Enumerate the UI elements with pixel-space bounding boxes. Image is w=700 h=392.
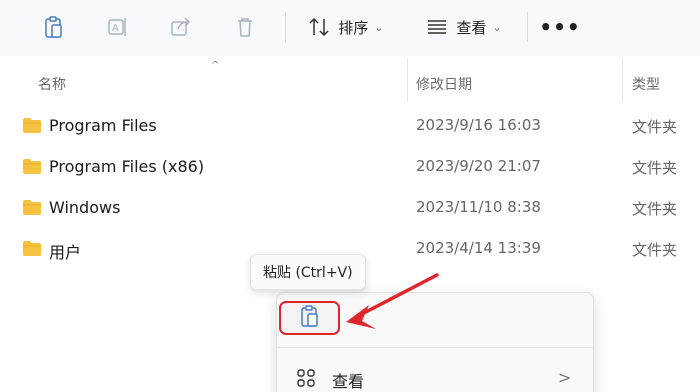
file-type: 文件夹 bbox=[632, 241, 678, 259]
file-date: 2023/9/20 21:07 bbox=[416, 157, 541, 175]
column-divider[interactable] bbox=[622, 58, 623, 102]
file-date: 2023/9/16 16:03 bbox=[416, 116, 541, 134]
file-name: Program Files (x86) bbox=[49, 157, 205, 176]
file-type: 文件夹 bbox=[632, 118, 678, 136]
clipboard-icon bbox=[299, 304, 321, 332]
column-header-date[interactable]: 修改日期 bbox=[416, 74, 472, 94]
folder-icon bbox=[22, 158, 42, 179]
menu-item-label: 查看 bbox=[332, 372, 365, 391]
paste-tooltip: 粘贴 (Ctrl+V) bbox=[250, 254, 366, 290]
file-name: 用户 bbox=[49, 243, 82, 262]
sort-label: 排序 bbox=[338, 18, 369, 37]
paste-toolbar-button[interactable] bbox=[36, 10, 72, 44]
file-date: 2023/11/10 8:38 bbox=[416, 198, 541, 216]
toolbar-divider bbox=[527, 12, 528, 42]
sort-icon bbox=[308, 17, 330, 37]
view-label: 查看 bbox=[456, 18, 487, 37]
delete-toolbar-button[interactable] bbox=[227, 10, 263, 44]
chevron-right-icon: > bbox=[558, 368, 572, 387]
file-type: 文件夹 bbox=[632, 200, 678, 218]
toolbar-divider bbox=[285, 12, 286, 42]
menu-divider bbox=[276, 347, 594, 348]
command-bar: A 排序 ⌄ 查看 ⌄ ••• bbox=[0, 0, 700, 56]
folder-icon bbox=[22, 199, 42, 220]
file-row[interactable]: Program Files 2023/9/16 16:03 文件夹 bbox=[0, 106, 700, 146]
chevron-down-icon: ⌄ bbox=[492, 20, 502, 34]
file-name: Program Files bbox=[49, 116, 157, 135]
more-icon: ••• bbox=[539, 15, 581, 39]
view-lines-icon bbox=[426, 19, 448, 35]
more-options-button[interactable]: ••• bbox=[539, 10, 581, 44]
file-row[interactable]: Windows 2023/11/10 8:38 文件夹 bbox=[0, 188, 700, 228]
share-toolbar-button[interactable] bbox=[163, 10, 199, 44]
trash-icon bbox=[235, 16, 255, 38]
clipboard-icon bbox=[44, 15, 64, 39]
grid-icon bbox=[296, 368, 316, 392]
chevron-down-icon: ⌄ bbox=[374, 20, 384, 34]
column-divider[interactable] bbox=[407, 58, 408, 102]
sort-button[interactable]: 排序 ⌄ bbox=[300, 10, 392, 44]
column-header-type[interactable]: 类型 bbox=[632, 74, 660, 94]
file-name: Windows bbox=[49, 198, 121, 217]
view-button[interactable]: 查看 ⌄ bbox=[418, 10, 510, 44]
svg-text:A: A bbox=[112, 23, 119, 34]
rename-icon: A bbox=[107, 16, 129, 38]
file-type: 文件夹 bbox=[632, 159, 678, 177]
file-date: 2023/4/14 13:39 bbox=[416, 239, 541, 257]
paste-menu-button[interactable] bbox=[279, 301, 340, 335]
column-header: 名称 修改日期 类型 bbox=[0, 56, 700, 106]
folder-icon bbox=[22, 240, 42, 261]
share-icon bbox=[170, 16, 192, 38]
sort-ascending-icon: ^ bbox=[211, 60, 220, 71]
rename-toolbar-button[interactable]: A bbox=[100, 10, 136, 44]
folder-icon bbox=[22, 117, 42, 138]
menu-item-view[interactable]: 查看 > bbox=[276, 360, 594, 392]
column-header-name[interactable]: 名称 bbox=[38, 74, 66, 94]
file-row[interactable]: Program Files (x86) 2023/9/20 21:07 文件夹 bbox=[0, 147, 700, 187]
